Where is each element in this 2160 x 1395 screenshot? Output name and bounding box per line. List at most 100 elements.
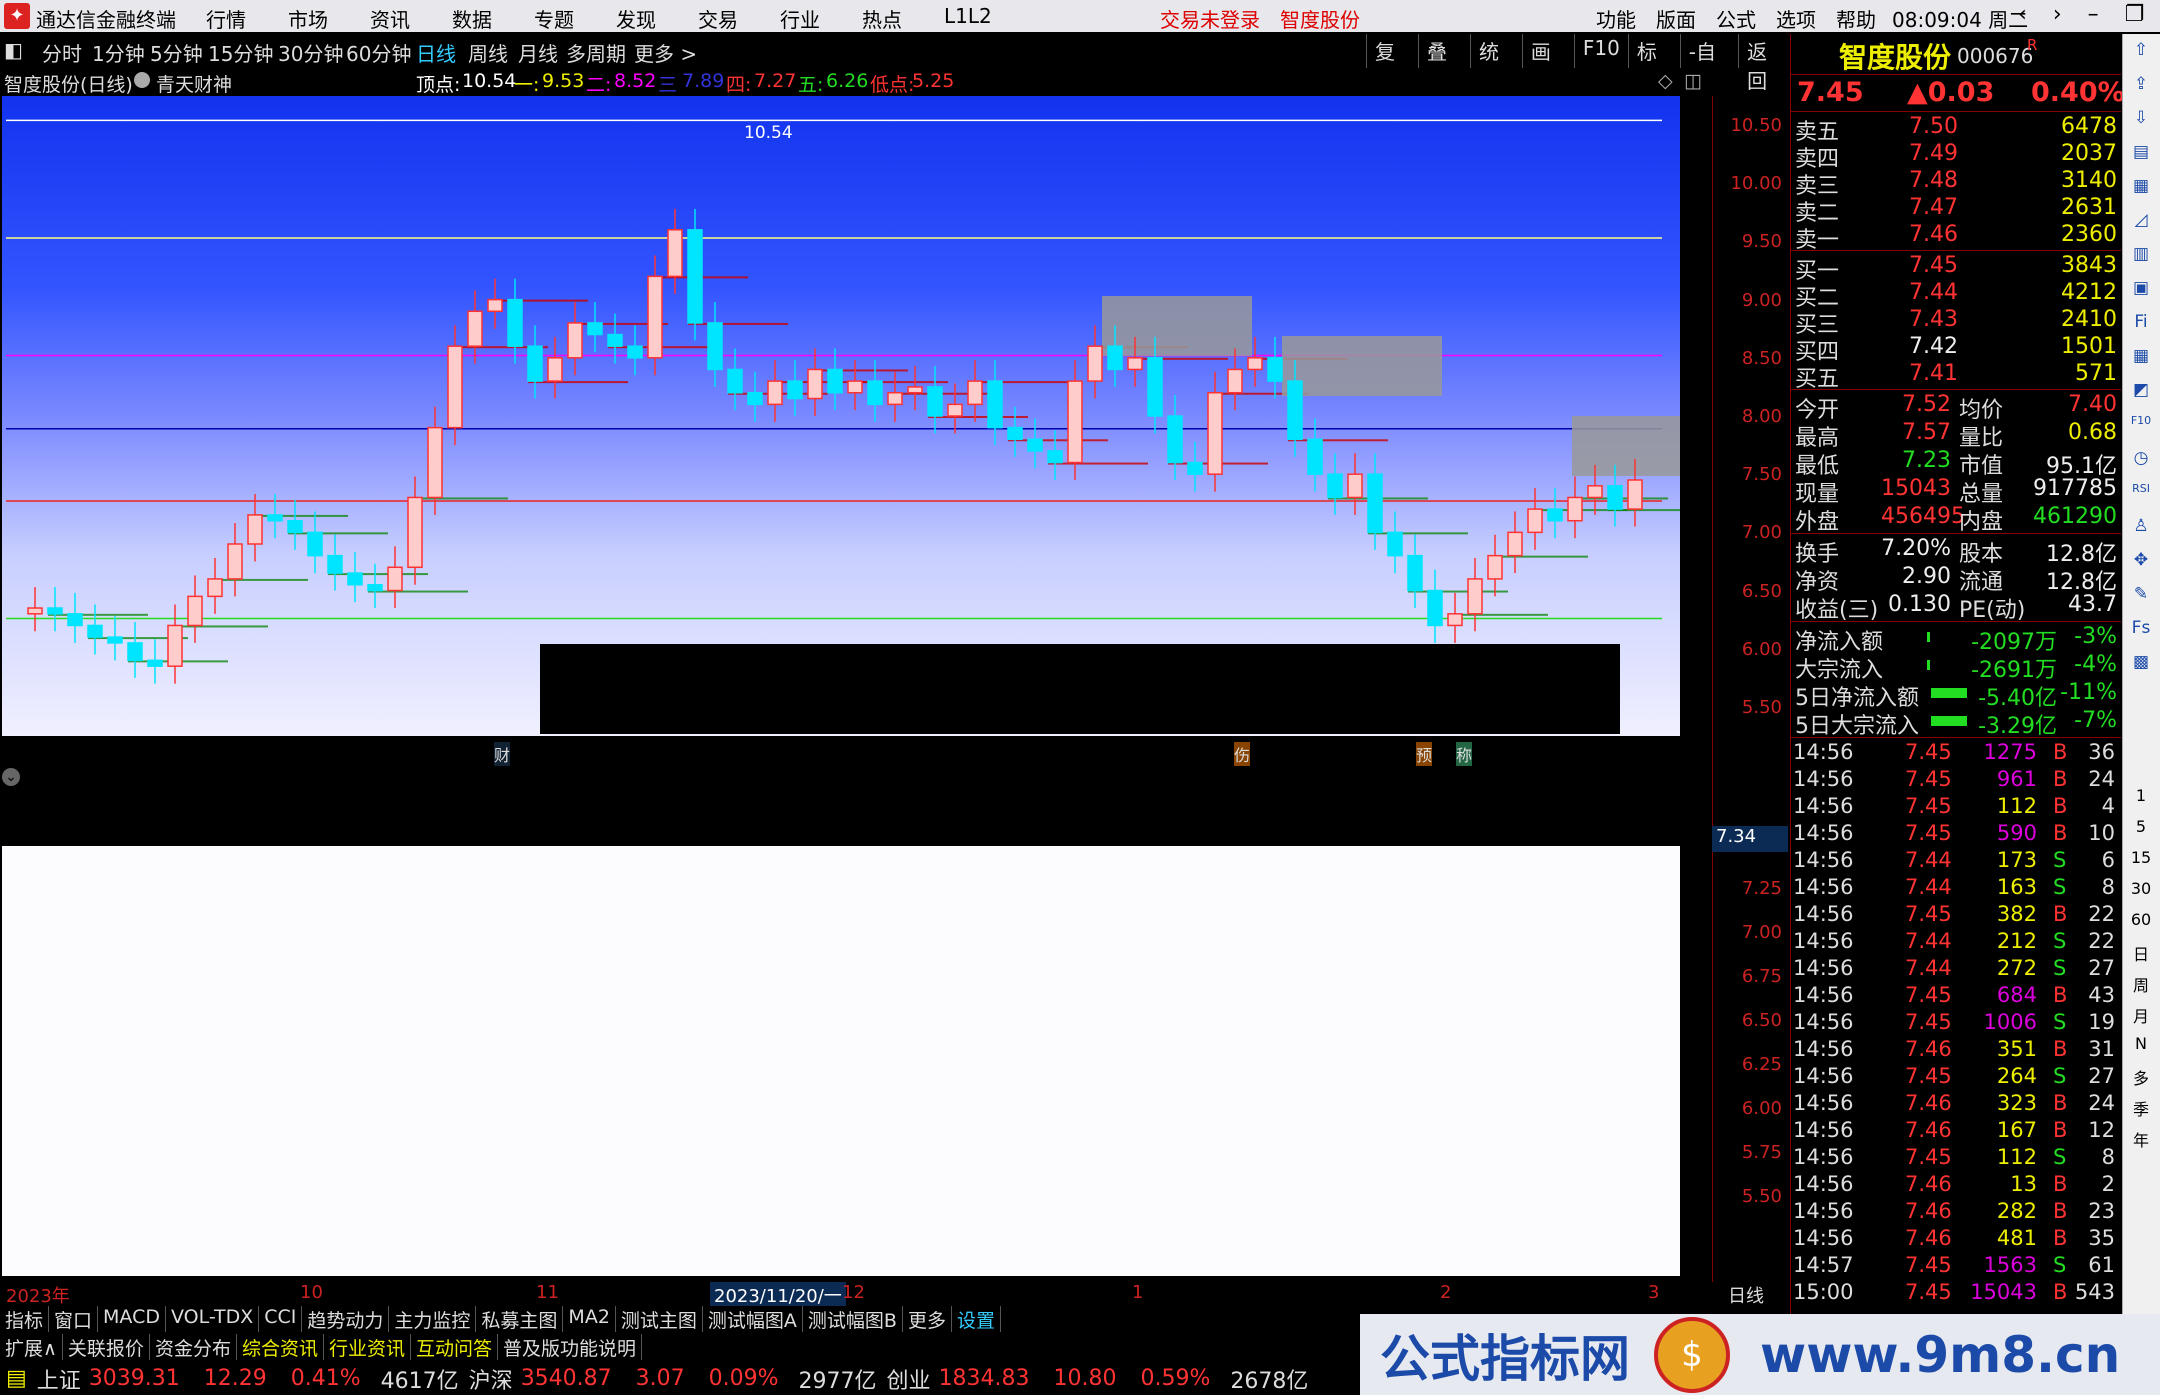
menu-item[interactable]: 资讯: [370, 4, 410, 33]
info-tab[interactable]: 普及版功能说明: [498, 1334, 643, 1360]
period-shortcut[interactable]: 日: [2129, 941, 2153, 964]
menu-item[interactable]: 行业: [780, 4, 820, 33]
period-tab[interactable]: 30分钟: [278, 38, 343, 67]
indicator-tab[interactable]: 测试幅图A: [703, 1306, 803, 1332]
menu-item[interactable]: 交易: [698, 4, 738, 33]
period-tab[interactable]: 月线: [518, 38, 558, 67]
flow-row[interactable]: 5日大宗流入 -3.29亿 -7%: [1791, 708, 2121, 739]
doc-icon[interactable]: ▤: [2129, 142, 2153, 164]
ask-row[interactable]: 卖三 7.48 3140: [1791, 168, 2121, 199]
tool-button[interactable]: -自选: [1679, 34, 1738, 93]
line-icon[interactable]: ◿: [2129, 210, 2153, 232]
marker-yu[interactable]: 预: [1416, 742, 1433, 766]
tool-button[interactable]: F10: [1573, 34, 1628, 68]
period-tab[interactable]: 多周期: [566, 38, 626, 67]
dropdown-icon[interactable]: [134, 72, 150, 88]
tool-button[interactable]: 标记: [1627, 34, 1680, 93]
bid-row[interactable]: 买四 7.42 1501: [1791, 334, 2121, 365]
indicator-tab[interactable]: 指标: [0, 1306, 50, 1332]
panel-icon[interactable]: ◫: [1684, 70, 1702, 92]
menu-item[interactable]: 行情: [206, 4, 246, 33]
menu-item[interactable]: L1L2: [944, 4, 992, 33]
back-icon[interactable]: ‹: [2018, 2, 2027, 27]
menu-item[interactable]: 数据: [452, 4, 492, 33]
menu-item[interactable]: 版面: [1656, 4, 1696, 33]
menu-item[interactable]: 发现: [616, 4, 656, 33]
menu-item[interactable]: 热点: [862, 4, 902, 33]
period-shortcut[interactable]: 15: [2129, 848, 2153, 870]
info-tab[interactable]: 行业资讯: [324, 1334, 411, 1360]
tool-button[interactable]: 返回: [1738, 34, 1790, 93]
minimize-icon[interactable]: –: [2088, 2, 2099, 27]
period-shortcut[interactable]: 60: [2129, 910, 2153, 932]
pen-icon[interactable]: ✎: [2129, 584, 2153, 606]
info-tab[interactable]: 综合资讯: [237, 1334, 324, 1360]
fs-icon[interactable]: Fs: [2129, 618, 2153, 640]
flow-row[interactable]: 5日净流入额 -5.40亿 -11%: [1791, 680, 2121, 711]
indicator-tab[interactable]: 趋势动力: [302, 1306, 390, 1332]
period-tab[interactable]: 分时: [42, 38, 82, 67]
up2-icon[interactable]: ⇪: [2129, 74, 2153, 96]
sidebar-toggle-icon[interactable]: ◧: [4, 38, 23, 62]
indicator-tab[interactable]: 设置: [952, 1306, 1001, 1332]
grid-icon[interactable]: ▦: [2129, 346, 2153, 368]
ask-row[interactable]: 卖四 7.49 2037: [1791, 141, 2121, 172]
period-shortcut[interactable]: 30: [2129, 879, 2153, 901]
index-name[interactable]: 创业: [887, 1363, 931, 1395]
indicator-tab[interactable]: 测试幅图B: [803, 1306, 903, 1332]
bar-icon[interactable]: ▥: [2129, 244, 2153, 266]
indicator-tab[interactable]: MA2: [563, 1306, 616, 1332]
up-icon[interactable]: ⇧: [2129, 40, 2153, 62]
indicator-tab[interactable]: MACD: [98, 1306, 166, 1332]
menu-item[interactable]: 功能: [1596, 4, 1636, 33]
indicator-tab[interactable]: 更多: [903, 1306, 952, 1332]
flow-row[interactable]: 净流入额 -2097万 -3%: [1791, 624, 2121, 655]
collapse-icon[interactable]: ⌄: [2, 768, 20, 786]
table-icon[interactable]: ▦: [2129, 176, 2153, 198]
diamond-icon[interactable]: ◇: [1658, 70, 1673, 92]
indicator-tab[interactable]: VOL-TDX: [166, 1306, 260, 1332]
index-menu-icon[interactable]: ▤: [6, 1366, 27, 1391]
tool-button[interactable]: 叠加: [1417, 34, 1470, 93]
info-tab[interactable]: 资金分布: [150, 1334, 237, 1360]
f10-icon[interactable]: F10: [2129, 414, 2153, 436]
rsi-icon[interactable]: RSI: [2129, 482, 2153, 504]
indicator-tab[interactable]: 测试主图: [616, 1306, 703, 1332]
indicator-tab[interactable]: 私募主图: [476, 1306, 564, 1332]
period-shortcut[interactable]: 1: [2129, 786, 2153, 808]
down-icon[interactable]: ⇩: [2129, 108, 2153, 130]
indicator-tab[interactable]: 主力监控: [389, 1306, 477, 1332]
tool-button[interactable]: 复权: [1366, 34, 1418, 93]
info-tab[interactable]: 关联报价: [63, 1334, 150, 1360]
tool-button[interactable]: 画线: [1521, 34, 1574, 93]
marker-shang[interactable]: 伤: [1234, 742, 1251, 766]
move-icon[interactable]: ✥: [2129, 550, 2153, 572]
forward-icon[interactable]: ›: [2053, 2, 2062, 27]
period-tab[interactable]: 1分钟: [92, 38, 145, 67]
trade-status[interactable]: 交易未登录: [1160, 4, 1260, 33]
menu-item[interactable]: 帮助: [1836, 4, 1876, 33]
info-tab[interactable]: 扩展∧: [0, 1334, 63, 1360]
period-shortcut[interactable]: 多: [2129, 1065, 2153, 1088]
menu-item[interactable]: 市场: [288, 4, 328, 33]
period-tab[interactable]: 15分钟: [208, 38, 273, 67]
main-chart[interactable]: 10.54: [0, 96, 1710, 736]
fin-icon[interactable]: Fi: [2129, 312, 2153, 334]
index-name[interactable]: 沪深: [469, 1363, 513, 1395]
grid2-icon[interactable]: ▩: [2129, 652, 2153, 674]
marker-cheng[interactable]: 称: [1456, 742, 1473, 766]
menu-item[interactable]: 公式: [1716, 4, 1756, 33]
period-tab[interactable]: 更多 >: [634, 38, 697, 67]
doc2-icon[interactable]: ▣: [2129, 278, 2153, 300]
menu-item[interactable]: 专题: [534, 4, 574, 33]
bid-row[interactable]: 买三 7.43 2410: [1791, 307, 2121, 338]
period-shortcut[interactable]: 季: [2129, 1096, 2153, 1119]
tool-button[interactable]: 统计: [1469, 34, 1522, 93]
person-icon[interactable]: ♙: [2129, 516, 2153, 538]
period-tab[interactable]: 5分钟: [150, 38, 203, 67]
info-tab[interactable]: 互动问答: [411, 1334, 498, 1360]
ask-row[interactable]: 卖五 7.50 6478: [1791, 114, 2121, 145]
ask-row[interactable]: 卖二 7.47 2631: [1791, 195, 2121, 226]
bid-row[interactable]: 买五 7.41 571: [1791, 361, 2121, 392]
indicator-tab[interactable]: CCI: [259, 1306, 303, 1332]
